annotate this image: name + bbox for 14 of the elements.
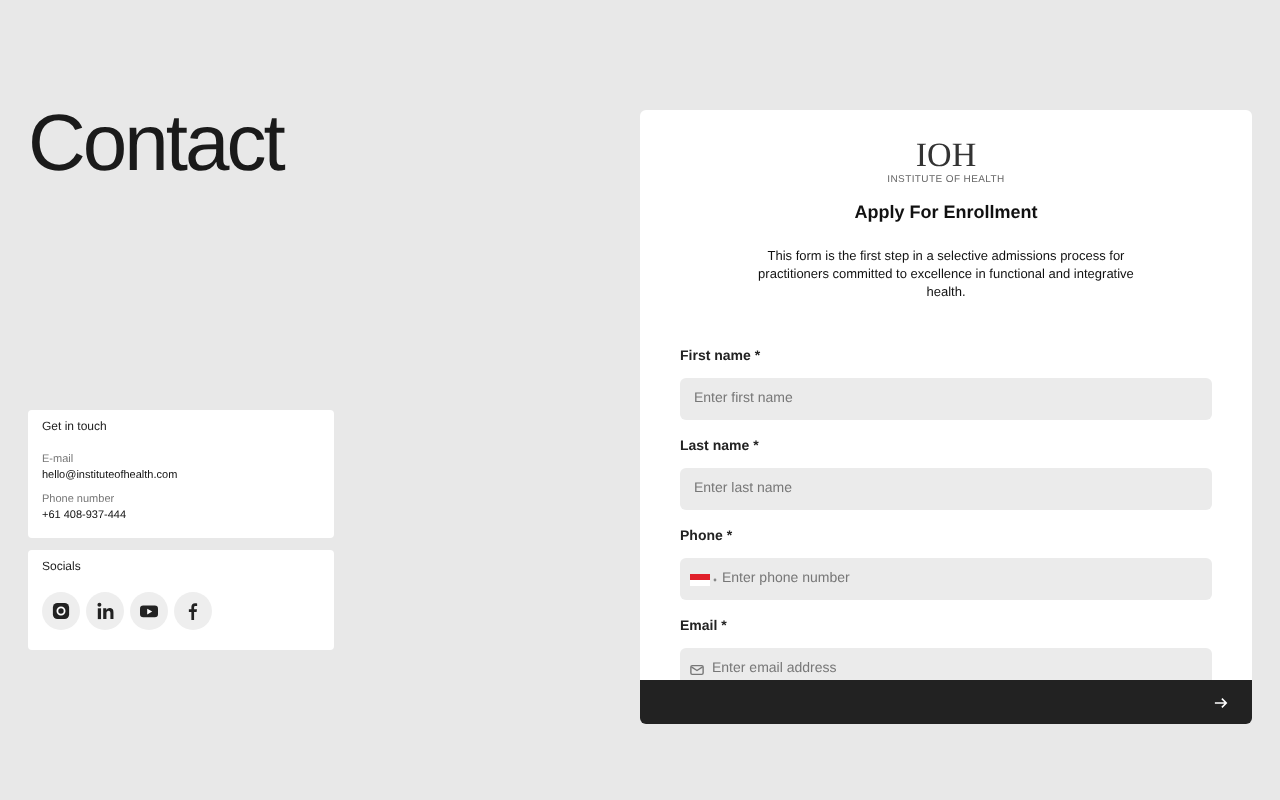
play-icon [140,602,158,620]
flag-icon [690,573,718,585]
camera-icon [52,602,70,620]
arrow-icon [1214,695,1228,709]
linkedin-icon [96,602,114,620]
facebook-icon [184,602,202,620]
page-heading: Contact [28,110,286,178]
mail-icon [690,663,704,675]
form-title: Apply For Enrollment [854,202,1038,222]
logo-mark: IOH [915,140,977,172]
social-button[interactable] [174,592,212,630]
social-button[interactable] [42,592,80,630]
social-button[interactable] [86,592,124,630]
social-button[interactable] [130,592,168,630]
